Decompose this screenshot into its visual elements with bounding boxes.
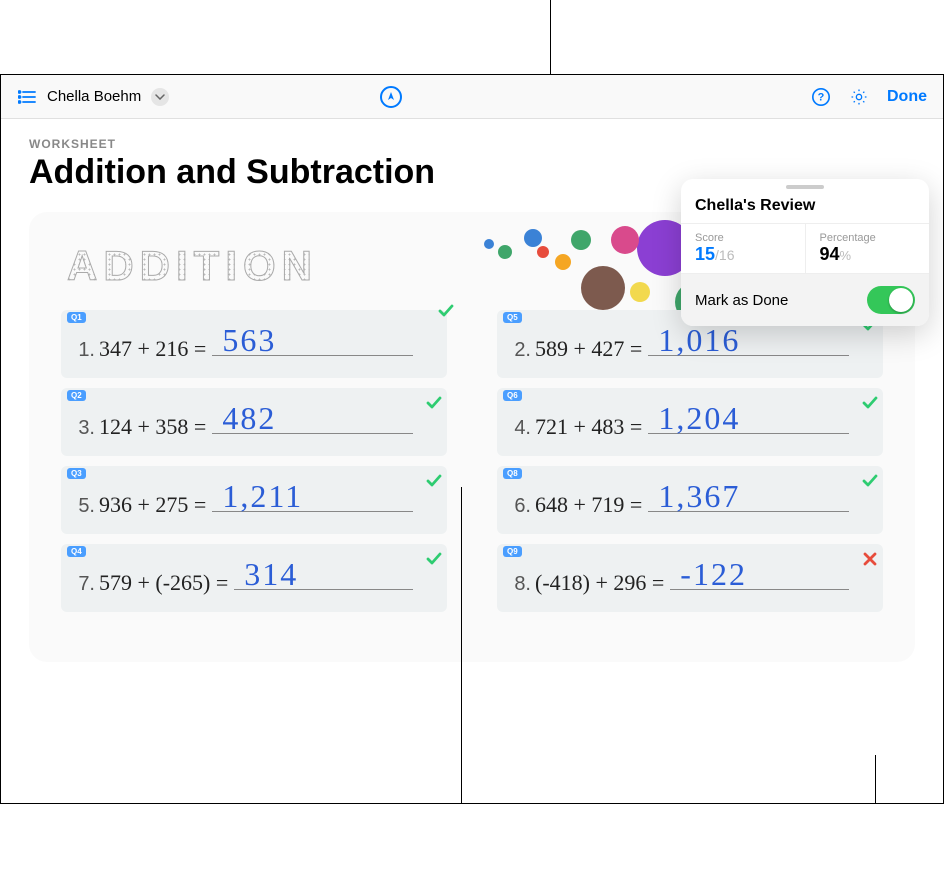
percentage-box[interactable]: Percentage 94% [805, 224, 930, 273]
percentage-label: Percentage [820, 232, 916, 244]
question-row[interactable]: Q2 3. 124 + 358 = 482 [61, 388, 447, 456]
answer-line[interactable]: 1,367 [648, 476, 849, 512]
question-tag: Q3 [67, 468, 86, 479]
answer-line[interactable]: -122 [670, 554, 849, 590]
question-prompt: 124 + 358 = [99, 414, 206, 440]
check-icon[interactable] [425, 472, 443, 490]
student-answer: 563 [222, 322, 276, 359]
decorative-bubble [630, 282, 650, 302]
score-box[interactable]: Score 15/16 [681, 224, 805, 273]
question-number: 7. [65, 573, 95, 596]
question-row[interactable]: Q8 6. 648 + 719 = 1,367 [497, 466, 883, 534]
chevron-down-icon[interactable] [151, 88, 169, 106]
markup-icon[interactable] [380, 86, 402, 108]
list-icon[interactable] [17, 87, 37, 107]
questions-grid: Q1 1. 347 + 216 = 563 Q5 2. 589 + 427 = 1,016… [47, 310, 897, 612]
question-tag: Q4 [67, 546, 86, 557]
question-number: 2. [501, 339, 531, 362]
mark-done-row: Mark as Done [681, 274, 929, 326]
answer-line[interactable]: 314 [234, 554, 413, 590]
question-tag: Q2 [67, 390, 86, 401]
student-name[interactable]: Chella Boehm [47, 88, 141, 105]
question-prompt: 589 + 427 = [535, 336, 642, 362]
review-panel: Chella's Review Score 15/16 Percentage 9… [681, 179, 929, 326]
student-answer: 314 [244, 556, 298, 593]
answer-line[interactable]: 1,211 [212, 476, 413, 512]
decorative-bubble [571, 230, 591, 250]
question-tag: Q1 [67, 312, 86, 323]
question-number: 5. [65, 495, 95, 518]
help-icon[interactable]: ? [811, 87, 831, 107]
decorative-bubble [524, 229, 542, 247]
check-icon[interactable] [437, 302, 455, 320]
student-answer: 1,211 [222, 478, 303, 515]
question-prompt: 721 + 483 = [535, 414, 642, 440]
question-row[interactable]: Q4 7. 579 + (-265) = 314 [61, 544, 447, 612]
panel-grabber[interactable] [786, 185, 824, 189]
question-row[interactable]: Q3 5. 936 + 275 = 1,211 [61, 466, 447, 534]
check-icon[interactable] [425, 394, 443, 412]
content-area: WORKSHEET Addition and Subtraction ADDIT… [1, 119, 943, 803]
decorative-bubble [611, 226, 639, 254]
check-icon[interactable] [861, 394, 879, 412]
mark-done-toggle[interactable] [867, 286, 915, 314]
question-number: 8. [501, 573, 531, 596]
answer-line[interactable]: 1,204 [648, 398, 849, 434]
decorative-bubble [537, 246, 549, 258]
student-answer: 1,367 [658, 478, 740, 515]
student-answer: 1,016 [658, 322, 740, 359]
answer-line[interactable]: 482 [212, 398, 413, 434]
check-icon[interactable] [425, 550, 443, 568]
page-label: WORKSHEET [29, 137, 915, 151]
app-frame: Chella Boehm ? Done WORKSHEET Addition a… [0, 74, 944, 804]
decorative-bubble [484, 239, 494, 249]
question-prompt: 648 + 719 = [535, 492, 642, 518]
question-tag: Q5 [503, 312, 522, 323]
question-row[interactable]: Q1 1. 347 + 216 = 563 [61, 310, 447, 378]
question-prompt: 936 + 275 = [99, 492, 206, 518]
question-tag: Q9 [503, 546, 522, 557]
check-icon[interactable] [861, 472, 879, 490]
question-prompt: (-418) + 296 = [535, 570, 664, 596]
decorative-bubble [498, 245, 512, 259]
student-answer: -122 [680, 556, 747, 593]
question-tag: Q8 [503, 468, 522, 479]
question-row[interactable]: Q6 4. 721 + 483 = 1,204 [497, 388, 883, 456]
cross-icon[interactable] [861, 550, 879, 568]
question-number: 1. [65, 339, 95, 362]
percentage-value: 94 [820, 244, 840, 264]
question-prompt: 579 + (-265) = [99, 570, 228, 596]
score-total: 16 [719, 247, 735, 263]
question-number: 4. [501, 417, 531, 440]
question-number: 3. [65, 417, 95, 440]
mark-done-label: Mark as Done [695, 292, 788, 309]
student-answer: 1,204 [658, 400, 740, 437]
question-tag: Q6 [503, 390, 522, 401]
svg-text:?: ? [818, 91, 825, 103]
review-title: Chella's Review [681, 197, 929, 223]
student-answer: 482 [222, 400, 276, 437]
score-value: 15 [695, 244, 715, 264]
gear-icon[interactable] [849, 87, 869, 107]
answer-line[interactable]: 563 [212, 320, 413, 356]
decorative-bubble [581, 266, 625, 310]
decorative-bubble [555, 254, 571, 270]
toolbar: Chella Boehm ? Done [1, 75, 943, 119]
question-prompt: 347 + 216 = [99, 336, 206, 362]
question-row[interactable]: Q9 8. (-418) + 296 = -122 [497, 544, 883, 612]
question-number: 6. [501, 495, 531, 518]
score-label: Score [695, 232, 791, 244]
done-button[interactable]: Done [887, 88, 927, 106]
